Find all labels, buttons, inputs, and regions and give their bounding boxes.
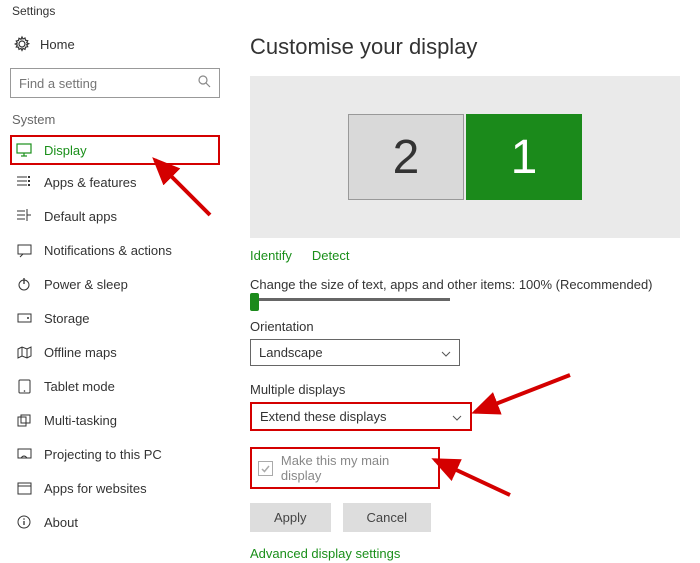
sidebar-item-notifications[interactable]: Notifications & actions: [10, 233, 220, 267]
nav-label: Apps for websites: [44, 481, 147, 496]
nav-label: Storage: [44, 311, 90, 326]
multitasking-icon: [16, 412, 32, 428]
detect-link[interactable]: Detect: [312, 248, 350, 263]
scale-label: Change the size of text, apps and other …: [250, 277, 680, 292]
apply-button[interactable]: Apply: [250, 503, 331, 532]
main-display-label: Make this my main display: [281, 453, 432, 483]
sidebar: Home System Display Apps & features Defa…: [0, 22, 230, 563]
section-label: System: [10, 112, 220, 127]
chevron-down-icon: [441, 345, 451, 360]
display-icon: [16, 142, 32, 158]
apps-websites-icon: [16, 480, 32, 496]
search-input[interactable]: [10, 68, 220, 98]
projecting-icon: [16, 446, 32, 462]
main-display-checkbox-row: Make this my main display: [250, 447, 440, 489]
about-icon: [16, 514, 32, 530]
sidebar-item-projecting[interactable]: Projecting to this PC: [10, 437, 220, 471]
orientation-label: Orientation: [250, 319, 680, 334]
display-preview[interactable]: 2 1: [250, 76, 680, 238]
storage-icon: [16, 310, 32, 326]
search-icon: [198, 75, 211, 91]
home-button[interactable]: Home: [10, 30, 220, 58]
chevron-down-icon: [452, 409, 462, 424]
nav-label: Apps & features: [44, 175, 137, 190]
search-field[interactable]: [19, 76, 198, 91]
sidebar-item-display[interactable]: Display: [10, 135, 220, 165]
nav-label: Notifications & actions: [44, 243, 172, 258]
nav-label: Default apps: [44, 209, 117, 224]
nav-label: Projecting to this PC: [44, 447, 162, 462]
orientation-value: Landscape: [259, 345, 323, 360]
sidebar-item-offline-maps[interactable]: Offline maps: [10, 335, 220, 369]
orientation-dropdown[interactable]: Landscape: [250, 339, 460, 366]
window-title: Settings: [0, 0, 700, 22]
apps-icon: [16, 174, 32, 190]
notifications-icon: [16, 242, 32, 258]
default-apps-icon: [16, 208, 32, 224]
slider-thumb[interactable]: [250, 293, 259, 311]
multiple-displays-label: Multiple displays: [250, 382, 680, 397]
tablet-icon: [16, 378, 32, 394]
nav-label: Display: [44, 143, 87, 158]
nav-label: Offline maps: [44, 345, 117, 360]
advanced-display-link[interactable]: Advanced display settings: [250, 546, 680, 561]
main-content: Customise your display 2 1 Identify Dete…: [230, 22, 700, 563]
sidebar-item-apps-features[interactable]: Apps & features: [10, 165, 220, 199]
monitor-1[interactable]: 1: [466, 114, 582, 200]
power-icon: [16, 276, 32, 292]
nav-label: About: [44, 515, 78, 530]
scale-slider[interactable]: [250, 298, 450, 301]
cancel-button[interactable]: Cancel: [343, 503, 431, 532]
main-display-checkbox: [258, 461, 273, 476]
multiple-displays-value: Extend these displays: [260, 409, 386, 424]
sidebar-item-default-apps[interactable]: Default apps: [10, 199, 220, 233]
gear-icon: [14, 36, 30, 52]
sidebar-item-apps-websites[interactable]: Apps for websites: [10, 471, 220, 505]
maps-icon: [16, 344, 32, 360]
nav-label: Multi-tasking: [44, 413, 117, 428]
sidebar-item-tablet-mode[interactable]: Tablet mode: [10, 369, 220, 403]
nav-label: Tablet mode: [44, 379, 115, 394]
multiple-displays-dropdown[interactable]: Extend these displays: [250, 402, 472, 431]
home-label: Home: [40, 37, 75, 52]
monitor-2[interactable]: 2: [348, 114, 464, 200]
page-title: Customise your display: [250, 34, 680, 60]
nav-label: Power & sleep: [44, 277, 128, 292]
sidebar-item-multitasking[interactable]: Multi-tasking: [10, 403, 220, 437]
sidebar-item-about[interactable]: About: [10, 505, 220, 539]
sidebar-item-power-sleep[interactable]: Power & sleep: [10, 267, 220, 301]
sidebar-item-storage[interactable]: Storage: [10, 301, 220, 335]
identify-link[interactable]: Identify: [250, 248, 292, 263]
